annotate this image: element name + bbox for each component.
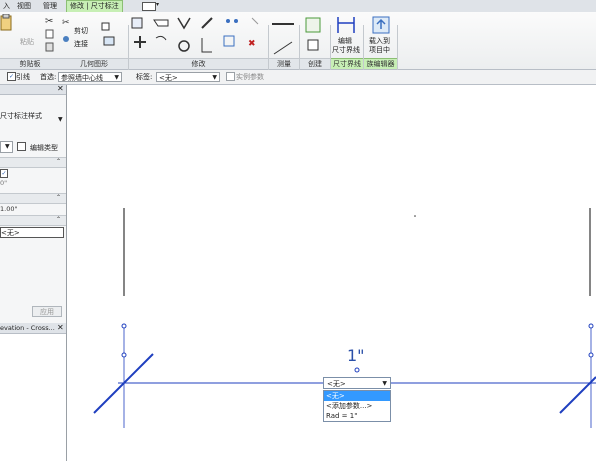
label-param-field[interactable]: <无> [0, 227, 64, 238]
edit-witness-line1[interactable]: 编辑 [338, 37, 352, 46]
panel-geometry: 几何图形 [60, 58, 128, 69]
tab-modify-dimensions[interactable]: 修改 | 尺寸标注 [66, 0, 123, 12]
label-label: 标签: [136, 73, 153, 81]
chevron-down-icon: ▼ [5, 143, 10, 150]
type-selector-text[interactable]: 尺寸标注样式 [0, 111, 42, 121]
panel-measure: 测量 [269, 58, 299, 69]
param-value-2[interactable]: 1.00" [0, 204, 66, 214]
chevron-down-icon: ▼ [212, 74, 217, 81]
dimension-value-text[interactable]: 1" [347, 346, 365, 365]
preference-label: 首选: [40, 73, 57, 81]
apply-button[interactable]: 应用 [32, 306, 62, 317]
dropdown-option[interactable]: <无> [324, 391, 390, 401]
chevron-down-icon: ▼ [114, 74, 119, 81]
param-checkbox[interactable]: ✓ [0, 169, 8, 178]
project-browser: evation - Cross... ✕ [0, 323, 67, 461]
label-dropdown-value: <无> [327, 380, 346, 388]
close-icon[interactable]: ✕ [57, 323, 64, 332]
tab-view[interactable]: 视图 [14, 1, 34, 12]
type-dropdown-icon[interactable]: ▼ [58, 116, 63, 123]
param-value-1[interactable]: 0" [0, 178, 66, 188]
label-select[interactable]: <无> ▼ [156, 72, 220, 82]
group-header[interactable]: ⌃ [0, 157, 66, 168]
collapse-icon[interactable]: ⌃ [56, 216, 61, 223]
edit-witness-line2[interactable]: 尺寸界线 [332, 46, 360, 55]
preference-select[interactable]: 参照墙中心线 ▼ [58, 72, 122, 82]
panel-create: 创建 [300, 58, 330, 69]
panel-modify: 修改 [129, 58, 268, 69]
tab-insert[interactable]: 入 [0, 1, 13, 12]
create-icon[interactable] [304, 16, 324, 60]
collapse-icon[interactable]: ⌃ [56, 158, 61, 165]
svg-text:✂: ✂ [45, 16, 53, 27]
leader-label: 引线 [16, 73, 30, 81]
label-value: <无> [159, 74, 178, 82]
chevron-down-icon: ▼ [382, 380, 387, 387]
paste-label: 粘贴 [20, 38, 34, 46]
preference-value: 参照墙中心线 [61, 74, 103, 82]
filter-select[interactable]: ▼ [0, 141, 13, 153]
measure-icon[interactable] [270, 16, 298, 60]
geometry-extra-icons[interactable] [100, 21, 124, 51]
instance-param-label: 实例参数 [236, 73, 264, 81]
clipboard-tools-icon[interactable]: ✂ [44, 14, 56, 54]
contextual-toggle-icon[interactable] [142, 2, 156, 11]
options-bar: ✓ 引线 首选: 参照墙中心线 ▼ 标签: <无> ▼ 实例参数 [0, 70, 596, 85]
dropdown-option[interactable]: <添加参数...> [324, 401, 390, 411]
load-into-project-icon[interactable] [371, 15, 391, 35]
chevron-down-icon[interactable]: ▾ [156, 1, 159, 8]
properties-panel: ✕ 尺寸标注样式 ▼ ▼ 编辑类型 ⌃ ✓ 0" ⌃ 1.00" ⌃ <无> 应… [0, 84, 67, 326]
instance-param-checkbox[interactable] [226, 72, 235, 81]
cut-label[interactable]: 剪切 [74, 27, 88, 36]
edit-type-button[interactable]: 编辑类型 [30, 143, 58, 153]
load-project-line1[interactable]: 载入到 [369, 37, 390, 46]
join-label[interactable]: 连接 [74, 40, 88, 49]
panel-family-editor: 族编辑器 [364, 58, 397, 69]
panel-witness-lines: 尺寸界线 [331, 58, 363, 69]
close-icon[interactable]: ✕ [57, 84, 64, 93]
tab-manage[interactable]: 管理 [40, 1, 60, 12]
edit-witness-lines-icon[interactable] [334, 15, 358, 35]
browser-item[interactable]: evation - Cross... [0, 324, 55, 332]
label-dropdown[interactable]: <无> ▼ [323, 377, 391, 389]
svg-text:✖: ✖ [248, 39, 256, 49]
properties-title-bar: ✕ [0, 84, 66, 95]
modify-tools-icons[interactable]: ✖ [130, 16, 266, 60]
dropdown-option[interactable]: Rad = 1" [324, 411, 390, 421]
collapse-icon[interactable]: ⌃ [56, 194, 61, 201]
group-header[interactable]: ⌃ [0, 215, 66, 226]
svg-text:✂: ✂ [62, 18, 70, 28]
edit-type-icon[interactable] [17, 142, 26, 151]
panel-clipboard: 剪贴板 [0, 58, 60, 69]
leader-checkbox[interactable]: ✓ [7, 72, 16, 81]
group-header[interactable]: ⌃ [0, 193, 66, 204]
geometry-icons: ✂ [62, 18, 70, 42]
browser-title-bar: evation - Cross... ✕ [0, 323, 66, 334]
label-dropdown-list: <无> <添加参数...> Rad = 1" [323, 390, 391, 422]
load-project-line2[interactable]: 项目中 [369, 46, 390, 55]
paste-icon[interactable] [0, 14, 14, 40]
